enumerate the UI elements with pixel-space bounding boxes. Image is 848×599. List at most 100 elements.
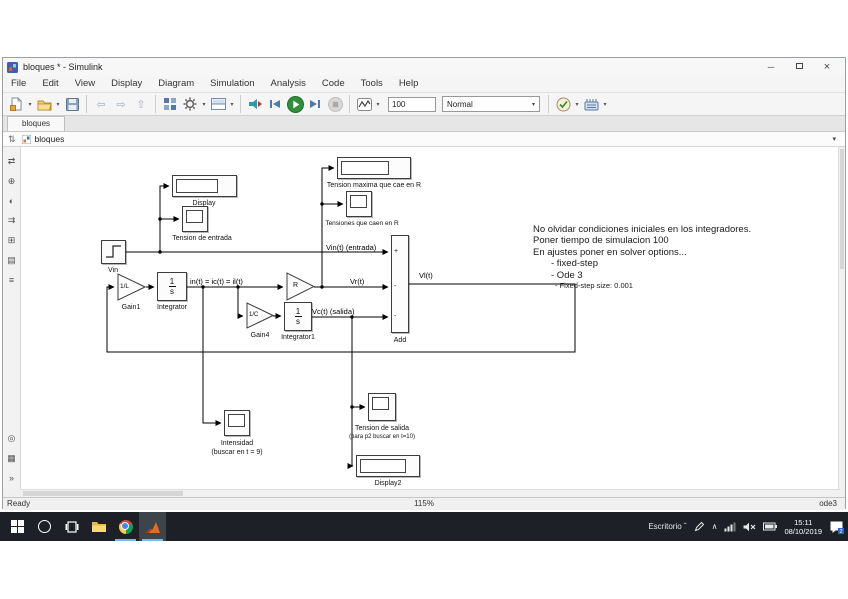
add-block[interactable]: + - - (391, 235, 409, 333)
menu-code[interactable]: Code (314, 76, 353, 92)
menu-edit[interactable]: Edit (34, 76, 66, 92)
signal-routing-icon[interactable]: ⇉ (8, 215, 16, 226)
matlab-button[interactable] (139, 512, 166, 541)
menu-simulation[interactable]: Simulation (202, 76, 262, 92)
library-browser-icon (163, 97, 177, 111)
open-caret[interactable]: ▾ (54, 101, 62, 108)
viewer-icon[interactable]: ◎ (8, 433, 16, 444)
menu-help[interactable]: Help (391, 76, 427, 92)
breadcrumb-nav-icon[interactable]: ⇅ (8, 134, 16, 145)
integrator1-block[interactable]: 1 s (284, 302, 312, 331)
diagram-canvas[interactable] (21, 147, 840, 489)
input-voltage-scope-label: Tension de entrada (172, 234, 232, 243)
breadcrumb-model[interactable]: bloques (35, 134, 65, 144)
step-back-icon (269, 99, 281, 109)
browser-toggle-icon[interactable]: ⇄ (8, 156, 16, 167)
display2-block[interactable] (356, 455, 420, 477)
display-max-block[interactable] (337, 157, 411, 179)
scope-r-block[interactable] (346, 191, 372, 217)
build-model-button[interactable] (581, 94, 601, 114)
model-settings-button[interactable] (180, 94, 200, 114)
save-button[interactable] (62, 94, 82, 114)
data-inspector-caret[interactable]: ▾ (374, 101, 382, 108)
step-forward-button[interactable] (305, 94, 325, 114)
file-explorer-button[interactable] (85, 512, 112, 541)
build-model-caret[interactable]: ▾ (601, 101, 609, 108)
new-model-button[interactable] (6, 94, 26, 114)
sample-time-icon[interactable]: ◐ (9, 196, 14, 206)
maximize-button[interactable] (785, 58, 813, 76)
up-arrow-icon: ⇧ (136, 98, 145, 111)
battery-icon[interactable] (763, 522, 777, 531)
run-button[interactable] (285, 94, 305, 114)
hidden-icons-chevron[interactable]: ∧ (712, 522, 718, 531)
expand-palette-icon[interactable]: » (9, 473, 14, 483)
fast-restart-button[interactable] (245, 94, 265, 114)
gain1-block[interactable]: 1/L (117, 273, 146, 301)
status-solver[interactable]: ode3 (819, 499, 837, 508)
cortana-button[interactable] (31, 512, 58, 541)
minimize-button[interactable]: ─ (757, 58, 785, 76)
up-to-parent-button[interactable]: ⇧ (131, 94, 151, 114)
horizontal-scrollbar[interactable] (21, 489, 840, 497)
step-back-button[interactable] (265, 94, 285, 114)
integrator-block[interactable]: 1 s (157, 272, 187, 301)
simulation-mode-select[interactable]: Normal ▾ (442, 96, 540, 112)
current-scope-block[interactable] (224, 410, 250, 436)
update-diagram-caret[interactable]: ▾ (573, 101, 581, 108)
split-view-button[interactable] (208, 94, 228, 114)
zoom-icon[interactable]: ⊕ (8, 176, 16, 187)
toolbar-separator (548, 95, 549, 113)
display1-block[interactable] (172, 175, 237, 197)
network-icon[interactable] (724, 522, 736, 532)
scope-screen (228, 414, 245, 427)
new-model-caret[interactable]: ▾ (26, 101, 34, 108)
model-settings-caret[interactable]: ▾ (200, 101, 208, 108)
chrome-button[interactable] (112, 512, 139, 541)
menu-diagram[interactable]: Diagram (150, 76, 202, 92)
add-sign-3: - (394, 313, 396, 320)
gain-r-block[interactable]: R (286, 272, 315, 301)
step-vin-block[interactable] (101, 240, 126, 264)
display-max-label: Tension maxima que cae en R (327, 181, 421, 190)
back-arrow-icon: ⇦ (96, 98, 105, 111)
integrator1-denominator: s (296, 318, 300, 325)
notification-center-icon[interactable]: 2 (829, 520, 844, 534)
menu-view[interactable]: View (67, 76, 103, 92)
build-model-icon (584, 98, 599, 111)
library-link-icon[interactable]: ⊞ (8, 235, 16, 246)
window-title: bloques * - Simulink (23, 62, 103, 72)
menu-file[interactable]: File (3, 76, 34, 92)
stop-button[interactable] (325, 94, 345, 114)
menu-tools[interactable]: Tools (353, 76, 391, 92)
open-button[interactable] (34, 94, 54, 114)
update-diagram-button[interactable] (553, 94, 573, 114)
pen-icon[interactable] (694, 521, 705, 532)
annotation-line: En ajustes poner en solver options... (533, 247, 751, 258)
coverage-icon[interactable]: ▦ (7, 453, 16, 464)
output-voltage-scope-block[interactable] (368, 393, 396, 421)
data-inspector-button[interactable] (354, 94, 374, 114)
comment-icon[interactable]: ≡ (9, 275, 14, 285)
split-view-caret[interactable]: ▾ (228, 101, 236, 108)
desktop-toolbar[interactable]: Escritorio ˆ (648, 522, 686, 531)
tab-bloques[interactable]: bloques (7, 116, 65, 131)
menu-analysis[interactable]: Analysis (263, 76, 314, 92)
vertical-scrollbar[interactable] (838, 147, 845, 489)
taskbar-clock[interactable]: 15:11 08/10/2019 (784, 518, 822, 536)
back-button[interactable]: ⇦ (91, 94, 111, 114)
library-browser-button[interactable] (160, 94, 180, 114)
speaker-muted-icon[interactable] (743, 522, 756, 532)
input-voltage-scope-block[interactable] (182, 206, 208, 232)
image-annotation-icon[interactable]: ▤ (7, 255, 16, 266)
forward-button[interactable]: ⇨ (111, 94, 131, 114)
simulation-stop-time-input[interactable] (388, 97, 436, 112)
step-forward-icon (309, 99, 321, 109)
new-model-icon (10, 97, 23, 111)
breadcrumb-caret-icon[interactable]: ▾ (832, 135, 836, 143)
start-button[interactable] (4, 512, 31, 541)
task-view-button[interactable] (58, 512, 85, 541)
gain4-block[interactable]: 1/C (246, 302, 274, 329)
menu-display[interactable]: Display (103, 76, 150, 92)
close-button[interactable]: × (813, 58, 841, 76)
